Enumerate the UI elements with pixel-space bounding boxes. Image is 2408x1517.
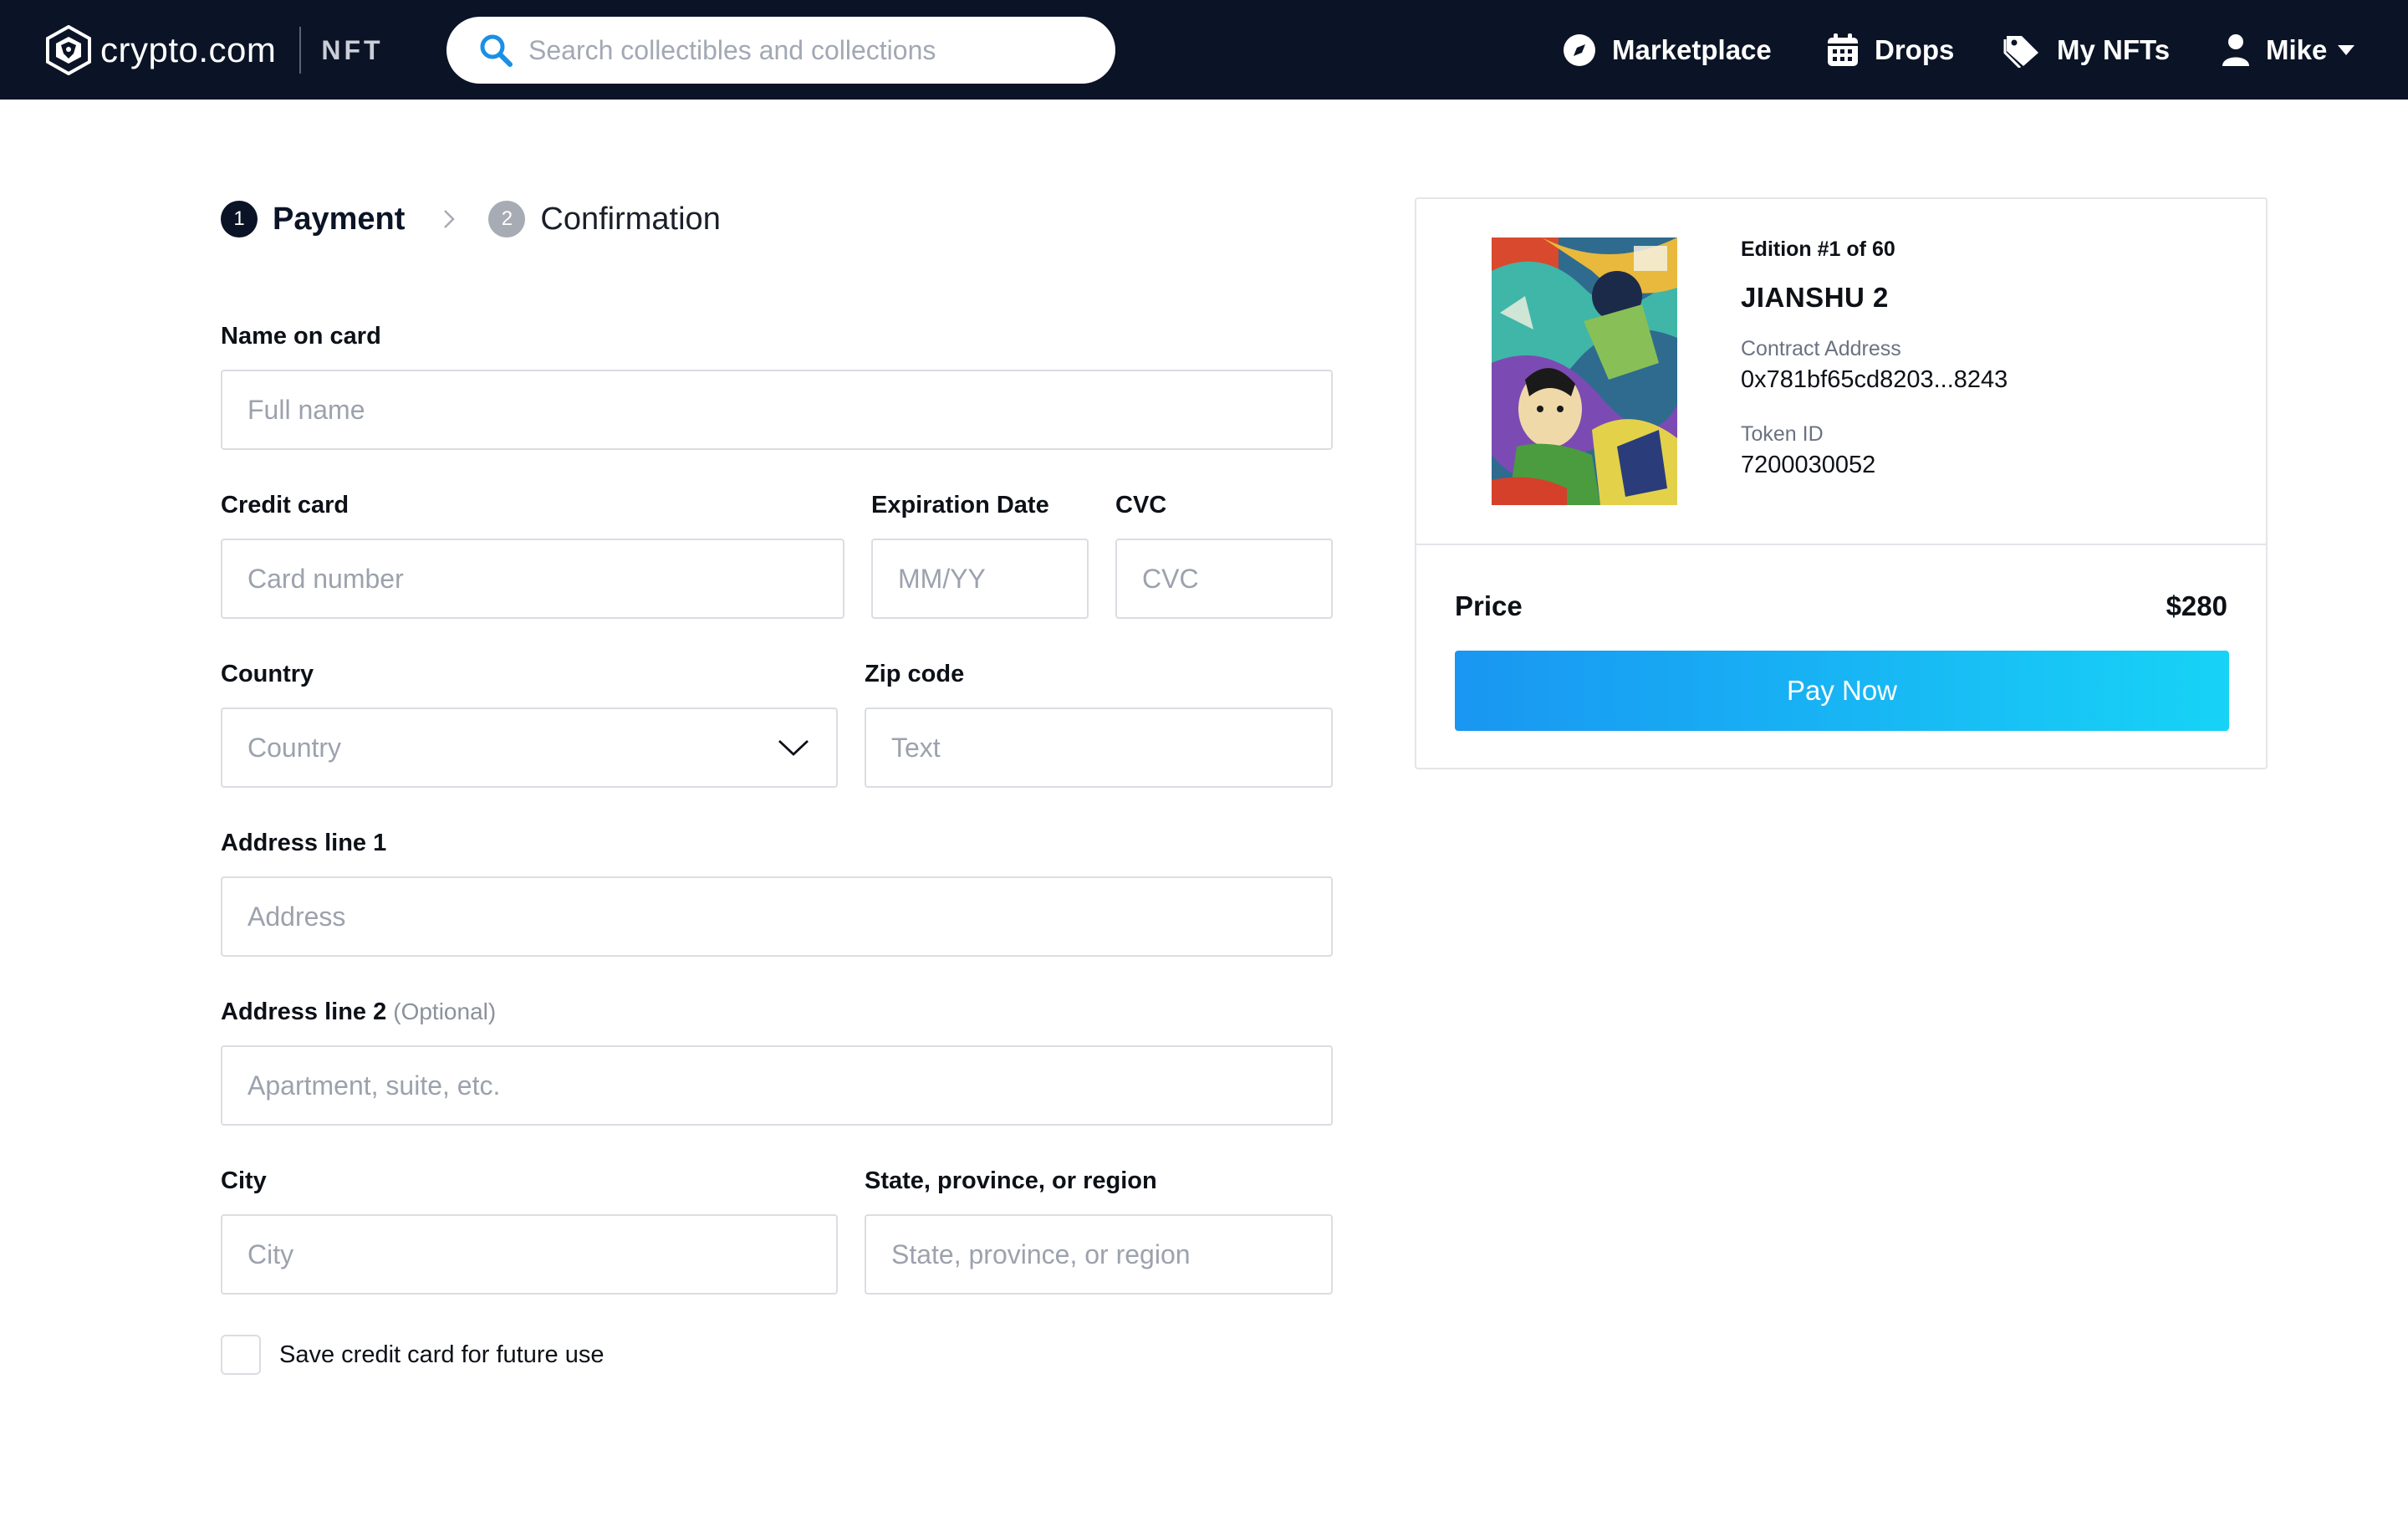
search-bar xyxy=(446,17,1115,84)
crypto-logo-icon xyxy=(46,25,91,75)
country-select[interactable]: Country xyxy=(221,707,838,788)
nft-artwork[interactable] xyxy=(1492,238,1677,505)
save-card-checkbox[interactable] xyxy=(221,1335,261,1375)
nav-drops-label: Drops xyxy=(1875,34,1955,65)
name-on-card-input[interactable] xyxy=(247,394,1331,426)
pay-now-button[interactable]: Pay Now xyxy=(1455,651,2229,731)
expiration-field[interactable] xyxy=(871,539,1089,619)
top-navigation-bar: crypto.com NFT Marketplace Dr xyxy=(0,0,2408,100)
compass-icon xyxy=(1564,34,1595,66)
contract-address-value: 0x781bf65cd8203...8243 xyxy=(1741,366,2008,393)
country-label: Country xyxy=(221,661,314,687)
nft-details: Edition #1 of 60 JIANSHU 2 Contract Addr… xyxy=(1741,238,2008,479)
city-field[interactable] xyxy=(221,1214,838,1295)
step-1-label: Payment xyxy=(273,201,406,237)
search-icon[interactable] xyxy=(478,33,513,68)
city-label: City xyxy=(221,1167,267,1194)
step-2-label: Confirmation xyxy=(540,201,721,237)
nav-my-nfts-label: My NFTs xyxy=(2057,34,2171,65)
address-line-2-label: Address line 2 (Optional) xyxy=(221,999,496,1026)
logo-suffix: NFT xyxy=(321,34,384,65)
logo-text: crypto.com xyxy=(100,30,277,69)
zip-input[interactable] xyxy=(891,732,1331,764)
token-id-label: Token ID xyxy=(1741,422,1824,446)
step-1-number: 1 xyxy=(221,201,258,238)
country-select-value: Country xyxy=(247,732,342,763)
chevron-right-icon xyxy=(444,210,456,228)
user-menu[interactable]: Mike xyxy=(2221,25,2355,75)
cvc-label: CVC xyxy=(1115,492,1167,518)
user-icon xyxy=(2222,34,2249,66)
state-input[interactable] xyxy=(891,1239,1331,1270)
brand-logo[interactable]: crypto.com NFT xyxy=(45,23,384,77)
checkout-stepper: 1 Payment 2 Confirmation xyxy=(221,196,721,243)
nft-artwork-image xyxy=(1492,238,1677,505)
card-number-field[interactable] xyxy=(221,539,844,619)
logo-divider xyxy=(299,27,302,74)
address-line-2-field[interactable] xyxy=(221,1045,1333,1126)
address-line-1-field[interactable] xyxy=(221,876,1333,957)
cvc-field[interactable] xyxy=(1115,539,1333,619)
nft-title: JIANSHU 2 xyxy=(1741,282,1889,313)
city-input[interactable] xyxy=(247,1239,836,1270)
address-line-2-label-text: Address line 2 xyxy=(221,999,387,1025)
contract-address-label: Contract Address xyxy=(1741,337,1901,360)
state-label: State, province, or region xyxy=(865,1167,1157,1194)
nav-marketplace-label: Marketplace xyxy=(1612,34,1772,65)
nav-drops[interactable]: Drops xyxy=(1826,25,1954,75)
credit-card-label: Credit card xyxy=(221,492,349,518)
address-line-1-input[interactable] xyxy=(247,901,1331,932)
price-label: Price xyxy=(1455,590,1523,621)
edition-text: Edition #1 of 60 xyxy=(1741,238,1895,261)
name-on-card-label: Name on card xyxy=(221,323,381,350)
state-field[interactable] xyxy=(865,1214,1333,1295)
price-value: $280 xyxy=(2166,590,2227,621)
chevron-down-icon xyxy=(778,739,809,756)
expiration-label: Expiration Date xyxy=(871,492,1049,518)
save-card-option[interactable]: Save credit card for future use xyxy=(221,1335,604,1375)
nav-my-nfts[interactable]: My NFTs xyxy=(2003,25,2170,75)
search-input[interactable] xyxy=(528,34,1097,66)
zip-field[interactable] xyxy=(865,707,1333,788)
caret-down-icon xyxy=(2338,45,2355,55)
address-line-1-label: Address line 1 xyxy=(221,830,387,856)
step-2-number: 2 xyxy=(488,201,526,238)
card-number-input[interactable] xyxy=(247,563,843,595)
nav-marketplace[interactable]: Marketplace xyxy=(1562,25,1772,75)
zip-label: Zip code xyxy=(865,661,965,687)
optional-hint: (Optional) xyxy=(393,999,497,1024)
card-divider xyxy=(1416,544,2266,545)
calendar-icon xyxy=(1828,33,1858,66)
expiration-input[interactable] xyxy=(898,563,1087,595)
address-line-2-input[interactable] xyxy=(247,1070,1331,1101)
token-id-value: 7200030052 xyxy=(1741,452,1876,478)
user-name: Mike xyxy=(2266,34,2328,65)
save-card-label: Save credit card for future use xyxy=(279,1341,605,1368)
name-on-card-field[interactable] xyxy=(221,370,1333,450)
order-summary-card: Edition #1 of 60 JIANSHU 2 Contract Addr… xyxy=(1415,197,2268,769)
cvc-input[interactable] xyxy=(1142,563,1331,595)
tags-icon xyxy=(2003,36,2038,68)
